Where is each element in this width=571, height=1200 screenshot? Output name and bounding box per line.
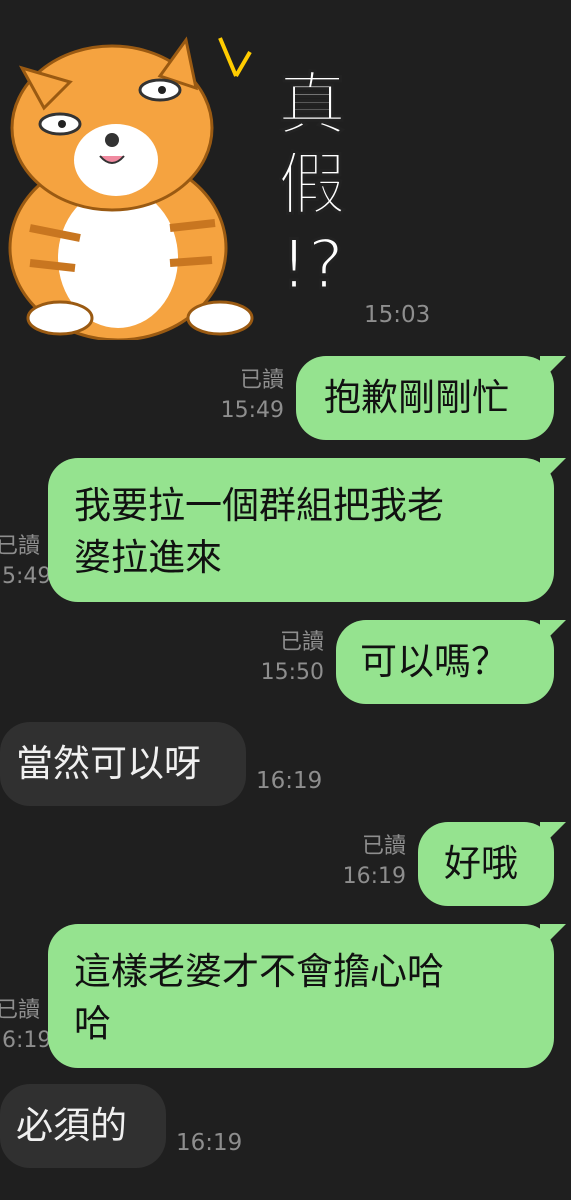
message-text: 當然可以呀 xyxy=(16,742,201,785)
sticker-text-2: 假 xyxy=(278,146,346,225)
message-7-time: 16:19 xyxy=(176,1130,243,1156)
message-text-line-2: 婆拉進來 xyxy=(74,536,222,579)
message-time: 15:50 xyxy=(260,660,324,685)
cat-sticker-image: 真 假 !? xyxy=(8,36,348,340)
message-1-meta: 已讀 15:49 xyxy=(200,366,284,426)
message-time: 16:19 xyxy=(0,1028,52,1053)
message-text: 好哦 xyxy=(444,842,518,885)
message-7-bubble[interactable]: 必須的 xyxy=(0,1084,166,1168)
message-1-bubble[interactable]: 抱歉剛剛忙 xyxy=(296,356,554,440)
message-4-bubble[interactable]: 當然可以呀 xyxy=(0,722,246,806)
message-text: 可以嗎？ xyxy=(360,640,508,683)
read-receipt: 已讀 xyxy=(239,368,284,393)
message-4-time: 16:19 xyxy=(256,768,323,794)
message-text-line-1: 這樣老婆才不會擔心哈 xyxy=(74,950,444,993)
message-text-line-1: 我要拉一個群組把我老 xyxy=(74,484,444,527)
message-6-bubble[interactable]: 這樣老婆才不會擔心哈 哈 xyxy=(48,924,554,1068)
message-text-line-2: 哈 xyxy=(74,1002,111,1045)
message-3-meta: 已讀 15:50 xyxy=(240,628,324,688)
message-2-meta: 已讀 15:49 xyxy=(0,532,52,592)
message-2-bubble[interactable]: 我要拉一個群組把我老 婆拉進來 xyxy=(48,458,554,602)
message-6-meta: 已讀 16:19 xyxy=(0,996,52,1056)
read-receipt: 已讀 xyxy=(361,834,406,859)
message-5-bubble[interactable]: 好哦 xyxy=(418,822,554,906)
sticker-time: 15:03 xyxy=(364,302,431,328)
sticker-text-3: !? xyxy=(280,226,343,305)
message-3-bubble[interactable]: 可以嗎？ xyxy=(336,620,554,704)
read-receipt: 已讀 xyxy=(279,630,324,655)
chat-screen: 真 假 !? 15:03 已讀 15:49 抱歉剛剛忙 已讀 15:49 我要拉… xyxy=(0,0,571,1200)
message-text: 抱歉剛剛忙 xyxy=(324,376,509,419)
read-receipt: 已讀 xyxy=(0,534,40,559)
message-time: 16:19 xyxy=(342,864,406,889)
message-5-meta: 已讀 16:19 xyxy=(322,832,406,892)
cat-sticker[interactable]: 真 假 !? xyxy=(0,28,362,340)
message-time: 15:49 xyxy=(0,564,52,589)
read-receipt: 已讀 xyxy=(0,998,40,1023)
sticker-text-1: 真 xyxy=(278,66,346,145)
message-text: 必須的 xyxy=(16,1104,127,1147)
message-time: 15:49 xyxy=(220,398,284,423)
